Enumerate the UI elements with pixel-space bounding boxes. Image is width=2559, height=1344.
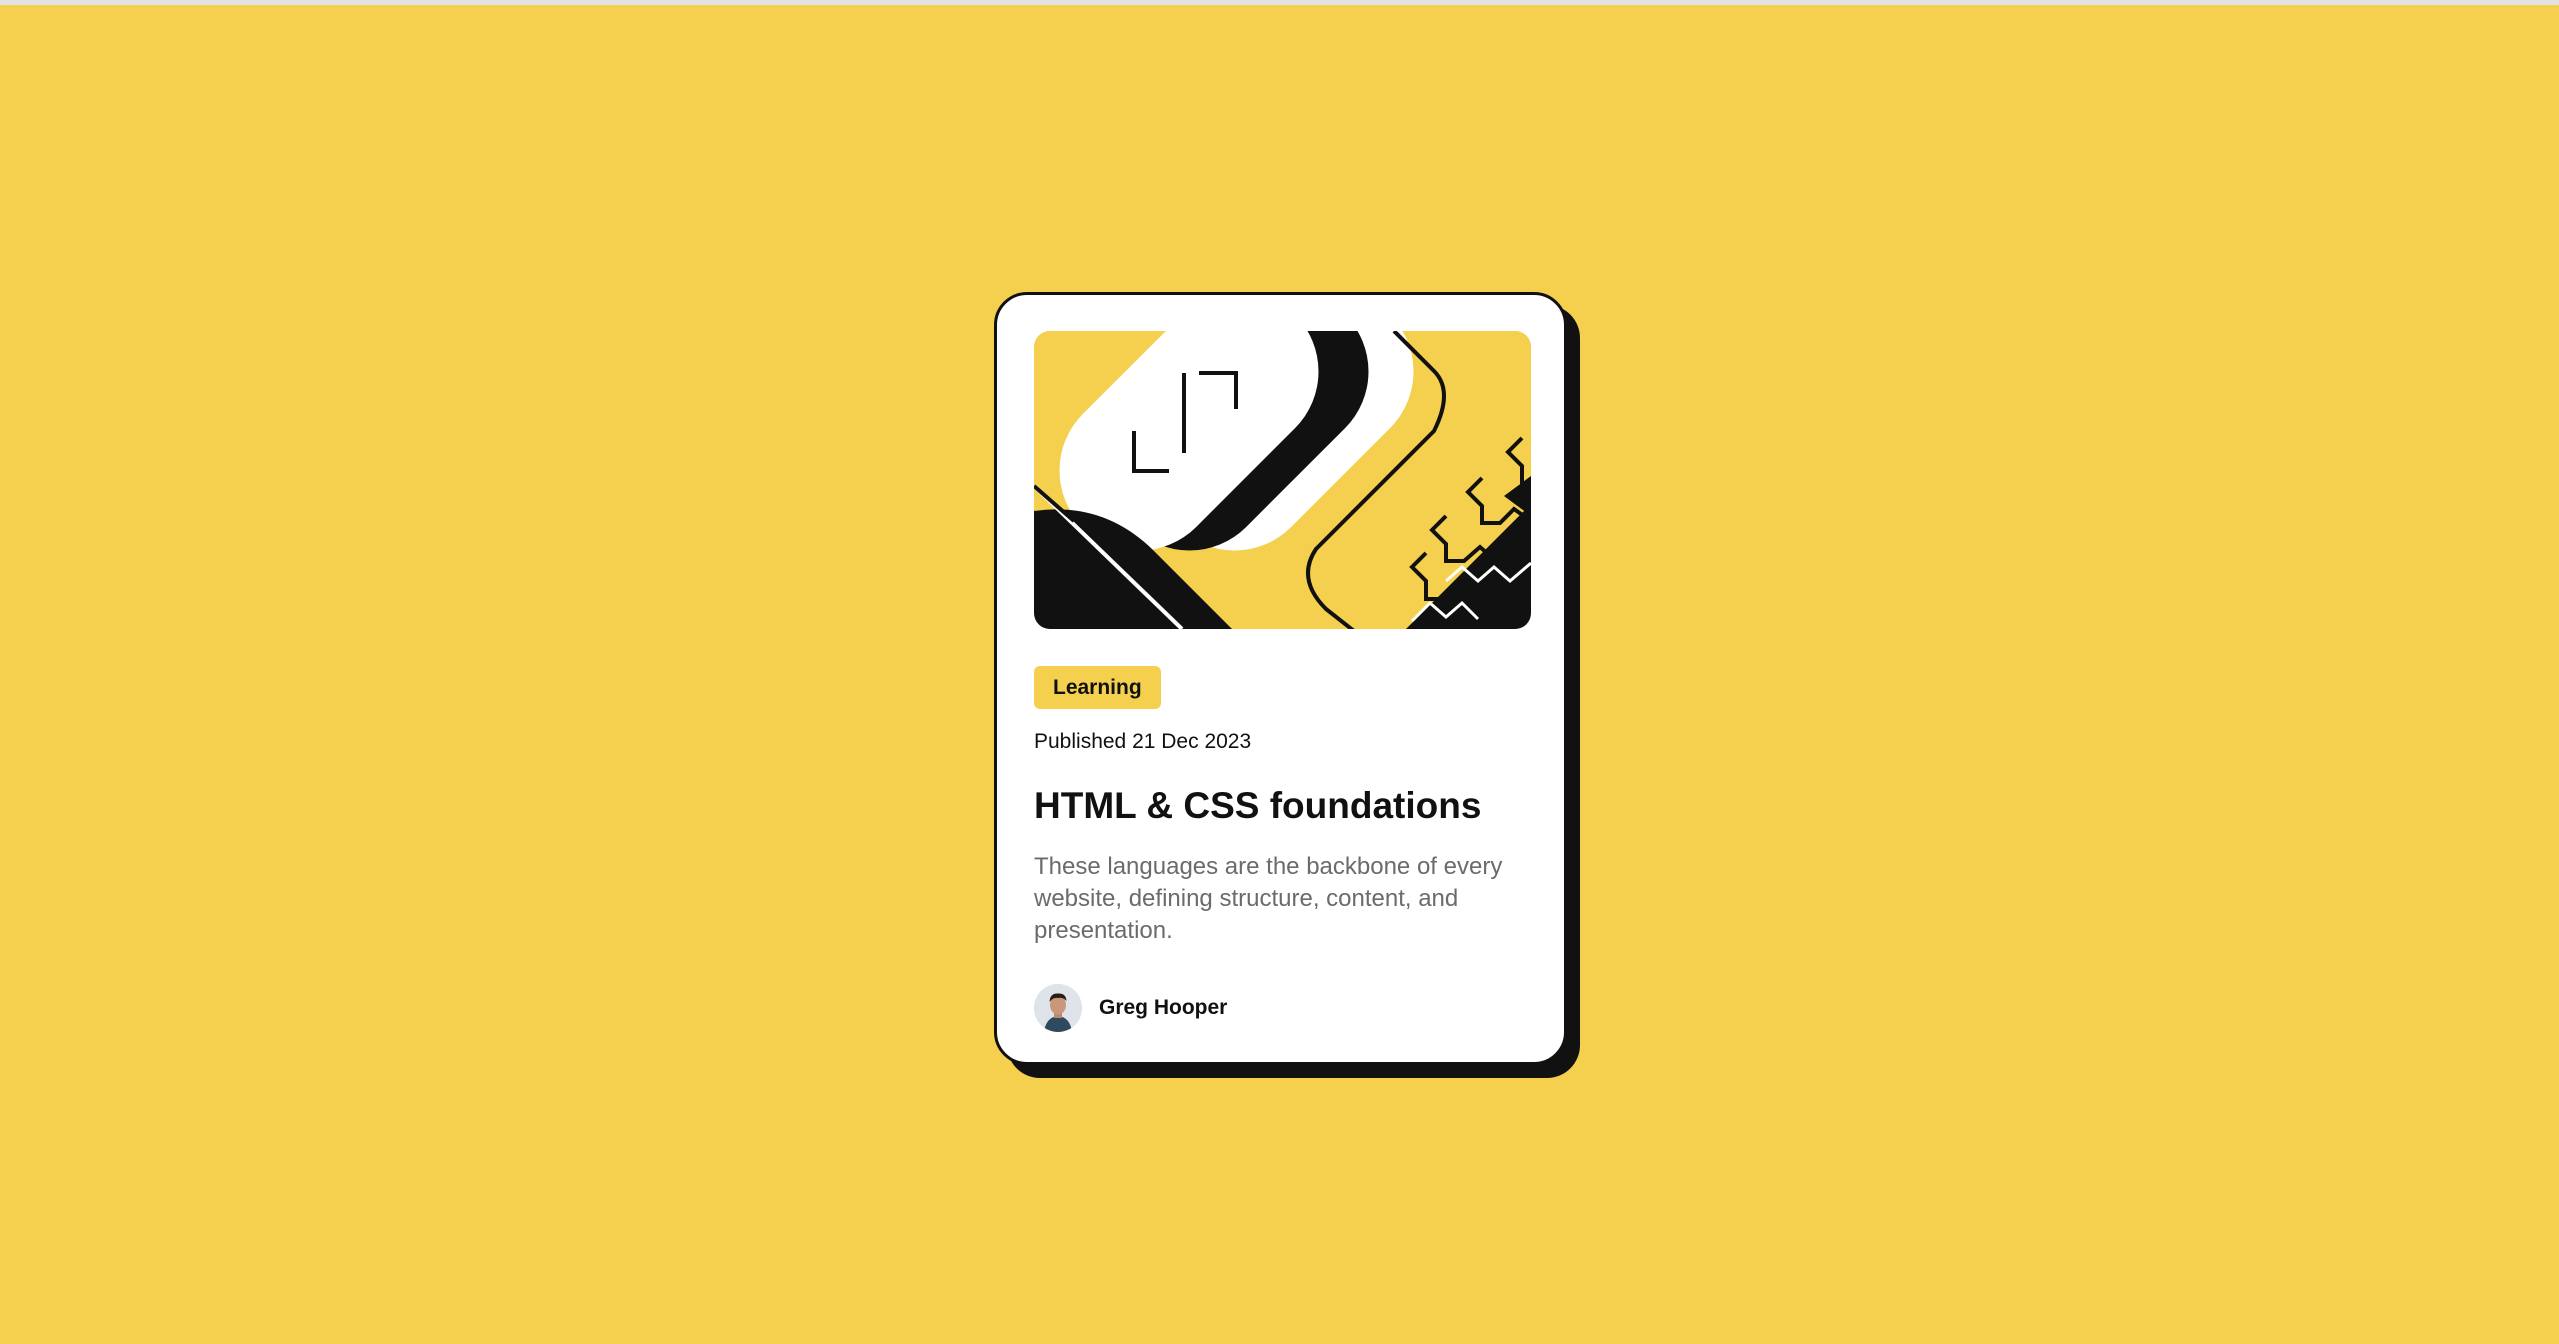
user-avatar-icon bbox=[1034, 984, 1082, 1032]
author-name: Greg Hooper bbox=[1099, 996, 1228, 1019]
author: Greg Hooper bbox=[1034, 984, 1527, 1032]
card-illustration bbox=[1034, 331, 1531, 629]
abstract-code-illustration-icon bbox=[1034, 331, 1531, 629]
browser-top-strip bbox=[0, 0, 2559, 5]
published-date: Published 21 Dec 2023 bbox=[1034, 730, 1252, 753]
card-description: These languages are the backbone of ever… bbox=[1034, 853, 1503, 944]
blog-preview-card: Learning Published 21 Dec 2023 HTML & CS… bbox=[994, 292, 1567, 1065]
category-badge: Learning bbox=[1034, 666, 1161, 709]
card-title[interactable]: HTML & CSS foundations bbox=[1034, 784, 1527, 828]
